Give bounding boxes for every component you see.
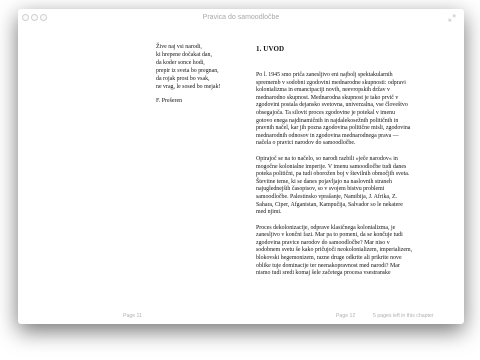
text-line: gotovo enega najdinamičnih in najdalekos… — [256, 117, 399, 124]
text-line: sprememb v sodobni zgodovini mednarodne … — [256, 79, 406, 86]
poem-line: prepir iz sveta bo pregnan, — [156, 68, 219, 74]
text-line: mogočne kolonialne imperije. V imenu sam… — [256, 163, 407, 170]
title-bar: Pravica do samoodločbe — [18, 9, 464, 31]
chapter-body: Po l. 1945 smo priča zanesljivo eni najb… — [256, 72, 451, 286]
right-page-number: Page 12 — [336, 313, 356, 319]
text-line: Opirajoč se na to načelo, so narodi razb… — [256, 155, 398, 162]
text-line: Po l. 1945 smo priča zanesljivo eni najb… — [256, 72, 393, 78]
text-line: mednarodno skupnost. Mednarodna skupnost… — [256, 94, 399, 101]
text-line: zgodovina pravice narodov do samoodločbe… — [256, 239, 390, 246]
fullscreen-icon[interactable] — [448, 14, 456, 22]
pages-left-indicator: 5 pages left in this chapter — [373, 313, 434, 319]
text-line: Števiine teme, ki se danes pojavljajo na… — [256, 178, 392, 185]
text-line: kolonializma in emancipaciji novih, neev… — [256, 87, 390, 94]
text-line: Sahara, Ciper, Afganistan, Kampučija, Sa… — [256, 201, 403, 208]
text-line: poteka politični, pa tudi oborožen boj v… — [256, 171, 410, 178]
poem-line: ne vrag, le sosed bo mejak! — [156, 84, 221, 90]
text-line: mednarodnih odnosov in zgodovina mednaro… — [256, 132, 399, 139]
poem-line: ki hrepene dočakat dan, — [156, 52, 212, 58]
poem-line: Žive naj vsi narodi, — [156, 44, 202, 50]
text-line: najuglednejših časopisov, so v svojem bi… — [256, 186, 385, 193]
epigraph-poem: Žive naj vsi narodi, ki hrepene dočakat … — [156, 43, 266, 105]
text-line: samoodločbe. Palestinsko vprašanje, Nami… — [256, 193, 398, 200]
window-title: Pravica do samoodločbe — [202, 14, 280, 21]
text-line: sodobnem svetu še kako pričujoči neokolo… — [256, 247, 413, 254]
text-line: nismo tudi sredi komaj šele začetega pro… — [256, 270, 391, 277]
paragraph-3: Proces dekolonizacije, odprave klasičneg… — [256, 225, 451, 278]
text-line: načela o pravici narodov do samoodločbe. — [256, 140, 356, 147]
text-line: pravnih načel, kar jih pozna zgodovina p… — [256, 125, 411, 132]
text-line: zgodovini postala dejansko svetovna, uni… — [256, 102, 408, 109]
poem-author: F. Prešeren — [156, 98, 183, 104]
text-line: med njimi. — [256, 209, 282, 216]
text-line: obsegajoča. Ta silovit proces zgodovine … — [256, 109, 396, 116]
left-page-number: Page 11 — [123, 313, 142, 319]
chapter-heading: 1. UVOD — [256, 45, 285, 53]
paragraph-2: Opirajoč se na to načelo, so narodi razb… — [256, 156, 451, 217]
reader-window: Pravica do samoodločbe Žive naj vsi naro… — [18, 9, 464, 324]
poem-line: da rojak prost bo vsak, — [156, 76, 210, 82]
text-line: blokovski hegemonizem, razne druge odkri… — [256, 255, 402, 262]
poem-line: da koder sonce hodi, — [156, 60, 205, 66]
paragraph-1: Po l. 1945 smo priča zanesljivo eni najb… — [256, 72, 451, 148]
text-line: oblike tuje dominacije ter neenakopravno… — [256, 262, 400, 269]
text-line: zanesljivo v končni fazi. Mar pa to pome… — [256, 232, 403, 239]
